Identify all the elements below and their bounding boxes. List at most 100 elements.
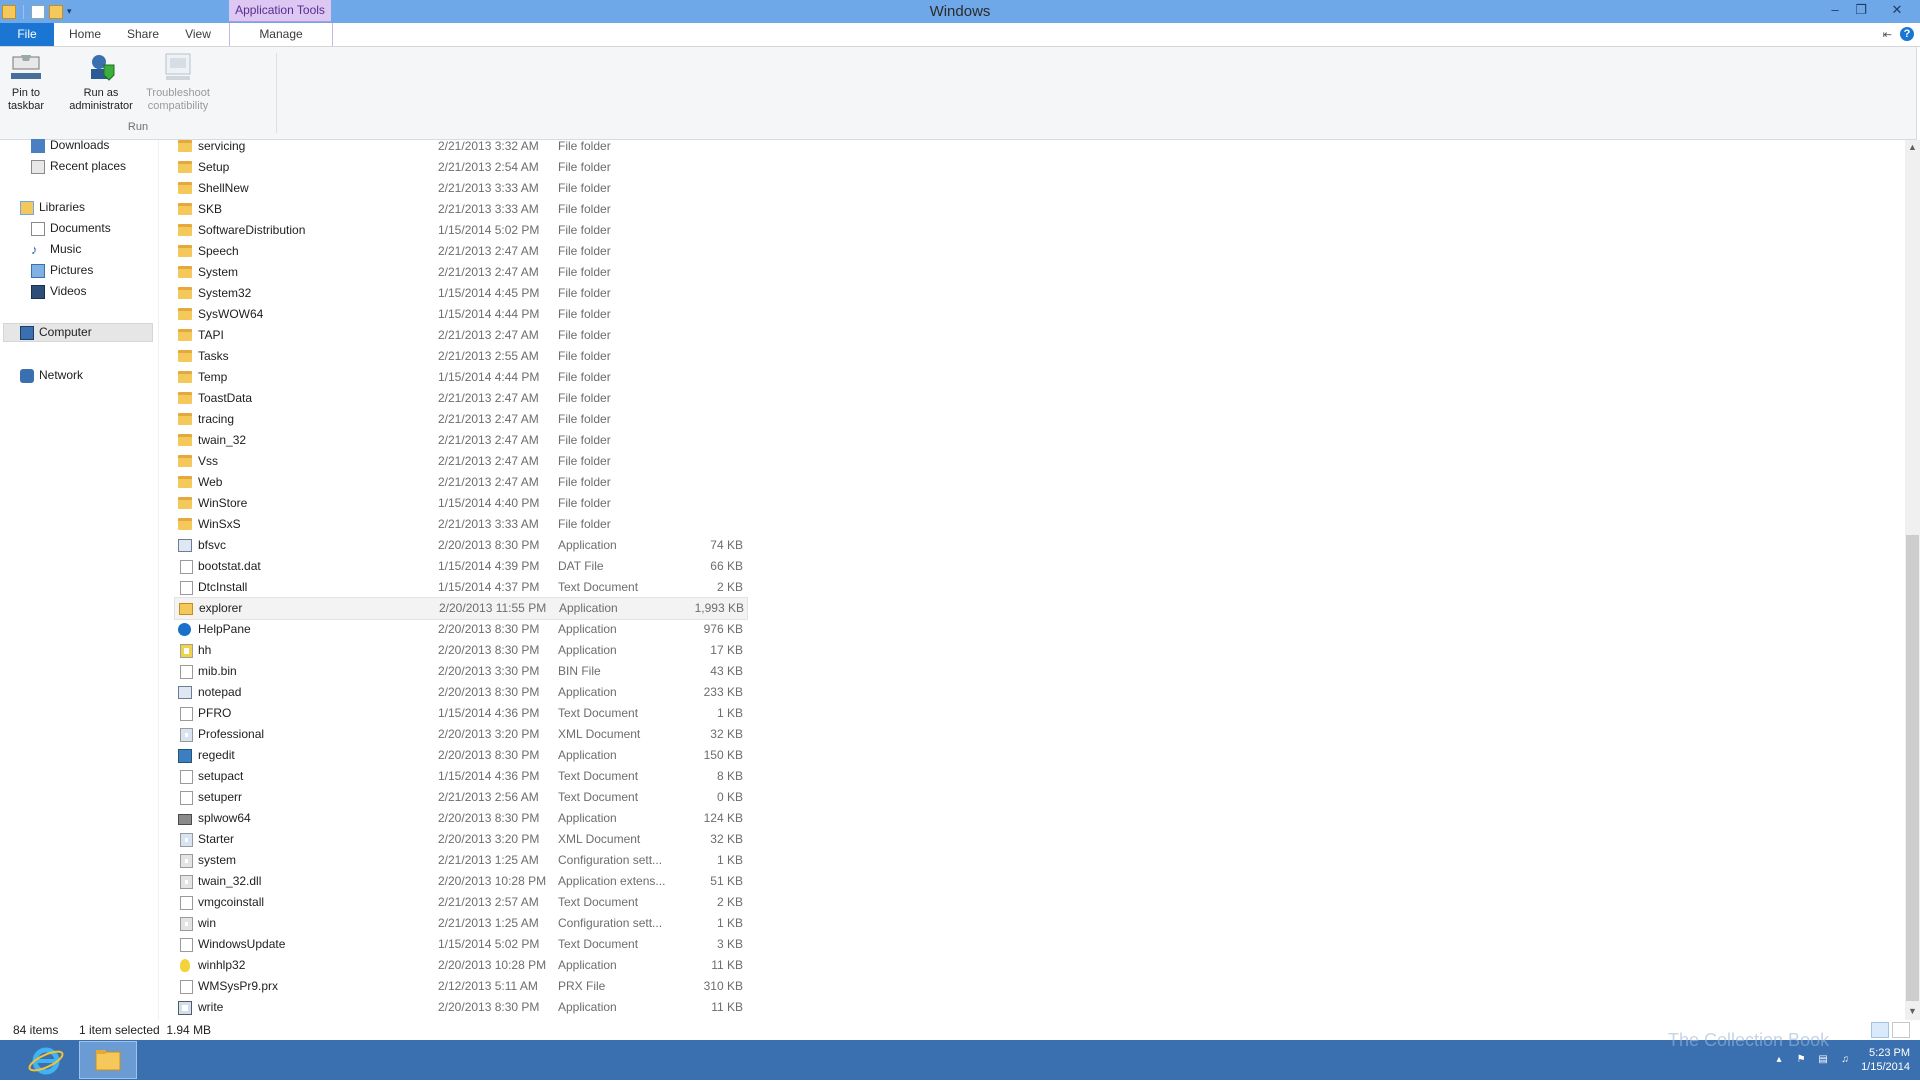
clock[interactable]: 5:23 PM 1/15/2014 — [1861, 1046, 1910, 1074]
properties-icon[interactable] — [31, 4, 45, 19]
nav-item-videos[interactable]: Videos — [31, 282, 86, 301]
file-row[interactable]: TAPI 2/21/2013 2:47 AM File folder — [174, 325, 746, 346]
minimize-ribbon-icon[interactable]: ⇤ — [1883, 28, 1892, 41]
run-as-administrator-button[interactable]: Run as administrator — [60, 51, 142, 113]
file-row[interactable]: hh 2/20/2013 8:30 PM Application 17 KB — [174, 640, 746, 661]
file-row[interactable]: HelpPane 2/20/2013 8:30 PM Application 976 … — [174, 619, 746, 640]
nav-item-documents[interactable]: Documents — [31, 219, 111, 238]
file-row[interactable]: System 2/21/2013 2:47 AM File folder — [174, 262, 746, 283]
internet-explorer-icon[interactable] — [26, 1044, 66, 1078]
file-row[interactable]: Speech 2/21/2013 2:47 AM File folder — [174, 241, 746, 262]
file-size: 150 KB — [703, 748, 743, 762]
document-icon — [180, 581, 193, 595]
pin-to-taskbar-button[interactable]: Pin to taskbar — [2, 51, 50, 113]
file-row[interactable]: mib.bin 2/20/2013 3:30 PM BIN File 43 KB — [174, 661, 746, 682]
nav-item-music[interactable]: ♪ Music — [31, 240, 81, 259]
file-row[interactable]: Web 2/21/2013 2:47 AM File folder — [174, 472, 746, 493]
file-row[interactable]: notepad 2/20/2013 8:30 PM Application 233 K… — [174, 682, 746, 703]
file-row[interactable]: vmgcoinstall 2/21/2013 2:57 AM Text Docume… — [174, 892, 746, 913]
file-name: tracing — [198, 412, 235, 426]
file-row[interactable]: System32 1/15/2014 4:45 PM File folder — [174, 283, 746, 304]
folder-icon[interactable] — [2, 4, 16, 19]
file-explorer-taskbar-button[interactable] — [79, 1041, 137, 1079]
scroll-up-icon[interactable]: ▲ — [1905, 140, 1920, 155]
details-view-icon[interactable] — [1871, 1022, 1889, 1038]
file-row[interactable]: Starter 2/20/2013 3:20 PM XML Document 32 K… — [174, 829, 746, 850]
file-row[interactable]: twain_32 2/21/2013 2:47 AM File folder — [174, 430, 746, 451]
tab-manage[interactable]: Manage — [229, 23, 333, 46]
file-date: 2/21/2013 2:47 AM — [438, 433, 539, 447]
file-name: WinStore — [198, 496, 248, 510]
clock-date: 1/15/2014 — [1861, 1061, 1910, 1073]
file-row[interactable]: ShellNew 2/21/2013 3:33 AM File folder — [174, 178, 746, 199]
file-row[interactable]: system 2/21/2013 1:25 AM Configuration set… — [174, 850, 746, 871]
file-name: regedit — [198, 748, 235, 762]
file-row[interactable]: write 2/20/2013 8:30 PM Application 11 KB — [174, 997, 746, 1018]
restore-button[interactable]: ❐ — [1848, 0, 1874, 20]
file-row[interactable]: WinStore 1/15/2014 4:40 PM File folder — [174, 493, 746, 514]
file-row[interactable]: winhlp32 2/20/2013 10:28 PM Application 11 … — [174, 955, 746, 976]
network-status-icon[interactable]: ▤ — [1817, 1054, 1829, 1066]
file-size: 11 KB — [711, 958, 743, 972]
file-row[interactable]: SysWOW64 1/15/2014 4:44 PM File folder — [174, 304, 746, 325]
file-date: 2/20/2013 8:30 PM — [438, 622, 540, 636]
tab-view[interactable]: View — [170, 23, 226, 46]
nav-item-pictures[interactable]: Pictures — [31, 261, 93, 280]
file-row[interactable]: ToastData 2/21/2013 2:47 AM File folder — [174, 388, 746, 409]
nav-item-downloads[interactable]: Downloads — [31, 136, 109, 155]
close-button[interactable]: ✕ — [1874, 0, 1920, 20]
tab-share[interactable]: Share — [116, 23, 170, 46]
file-date: 2/20/2013 3:20 PM — [438, 832, 540, 846]
file-type: File folder — [558, 160, 611, 174]
file-row[interactable]: bootstat.dat 1/15/2014 4:39 PM DAT File 66 … — [174, 556, 746, 577]
scrollbar-thumb[interactable] — [1906, 535, 1919, 1001]
customize-qat-icon[interactable]: ▾ — [67, 6, 72, 17]
nav-item-recent-places[interactable]: Recent places — [31, 157, 126, 176]
show-hidden-icons-icon[interactable]: ▴ — [1773, 1054, 1785, 1066]
nav-item-network[interactable]: Network — [20, 366, 83, 385]
file-row[interactable]: servicing 2/21/2013 3:32 AM File folder — [174, 136, 746, 157]
file-row[interactable]: SoftwareDistribution 1/15/2014 5:02 PM Fil… — [174, 220, 746, 241]
tab-file[interactable]: File — [0, 23, 54, 46]
file-row[interactable]: bfsvc 2/20/2013 8:30 PM Application 74 KB — [174, 535, 746, 556]
nav-item-computer[interactable]: Computer — [3, 323, 153, 342]
file-row[interactable]: DtcInstall 1/15/2014 4:37 PM Text Document… — [174, 577, 746, 598]
xml-icon — [180, 728, 193, 742]
file-type: File folder — [558, 307, 611, 321]
file-row[interactable]: setupact 1/15/2014 4:36 PM Text Document 8 … — [174, 766, 746, 787]
scroll-down-icon[interactable]: ▼ — [1905, 1004, 1920, 1019]
folder-icon — [178, 266, 192, 278]
file-row[interactable]: Temp 1/15/2014 4:44 PM File folder — [174, 367, 746, 388]
file-row[interactable]: regedit 2/20/2013 8:30 PM Application 150 K… — [174, 745, 746, 766]
help-icon[interactable]: ? — [1900, 27, 1914, 41]
file-row[interactable]: tracing 2/21/2013 2:47 AM File folder — [174, 409, 746, 430]
tab-home[interactable]: Home — [54, 23, 116, 46]
file-row[interactable]: splwow64 2/20/2013 8:30 PM Application 124 … — [174, 808, 746, 829]
file-row[interactable]: WMSysPr9.prx 2/12/2013 5:11 AM PRX File 310… — [174, 976, 746, 997]
volume-icon[interactable]: ♫ — [1839, 1054, 1851, 1066]
nav-item-libraries[interactable]: Libraries — [20, 198, 85, 217]
file-row[interactable]: Professional 2/20/2013 3:20 PM XML Documen… — [174, 724, 746, 745]
file-type: Application — [558, 958, 617, 972]
file-row[interactable]: WindowsUpdate 1/15/2014 5:02 PM Text Docum… — [174, 934, 746, 955]
file-row[interactable]: Setup 2/21/2013 2:54 AM File folder — [174, 157, 746, 178]
file-row[interactable]: PFRO 1/15/2014 4:36 PM Text Document 1 KB — [174, 703, 746, 724]
large-icons-view-icon[interactable] — [1892, 1022, 1910, 1038]
file-row[interactable]: win 2/21/2013 1:25 AM Configuration sett..… — [174, 913, 746, 934]
file-row[interactable]: twain_32.dll 2/20/2013 10:28 PM Applicatio… — [174, 871, 746, 892]
file-row[interactable]: Vss 2/21/2013 2:47 AM File folder — [174, 451, 746, 472]
file-row[interactable]: explorer 2/20/2013 11:55 PM Application 1,9… — [174, 597, 748, 620]
file-row[interactable]: SKB 2/21/2013 3:33 AM File folder — [174, 199, 746, 220]
action-center-flag-icon[interactable]: ⚑ — [1795, 1054, 1807, 1066]
file-name: ToastData — [198, 391, 253, 405]
file-row[interactable]: setuperr 2/21/2013 2:56 AM Text Document 0 … — [174, 787, 746, 808]
file-type: BIN File — [558, 664, 601, 678]
file-type: Application — [558, 538, 617, 552]
minimize-button[interactable]: – — [1822, 0, 1848, 20]
new-folder-icon[interactable] — [49, 4, 63, 19]
file-row[interactable]: WinSxS 2/21/2013 3:33 AM File folder — [174, 514, 746, 535]
file-row[interactable]: Tasks 2/21/2013 2:55 AM File folder — [174, 346, 746, 367]
file-date: 2/20/2013 8:30 PM — [438, 748, 540, 762]
file-type: Text Document — [558, 706, 639, 720]
file-name: winhlp32 — [198, 958, 246, 972]
